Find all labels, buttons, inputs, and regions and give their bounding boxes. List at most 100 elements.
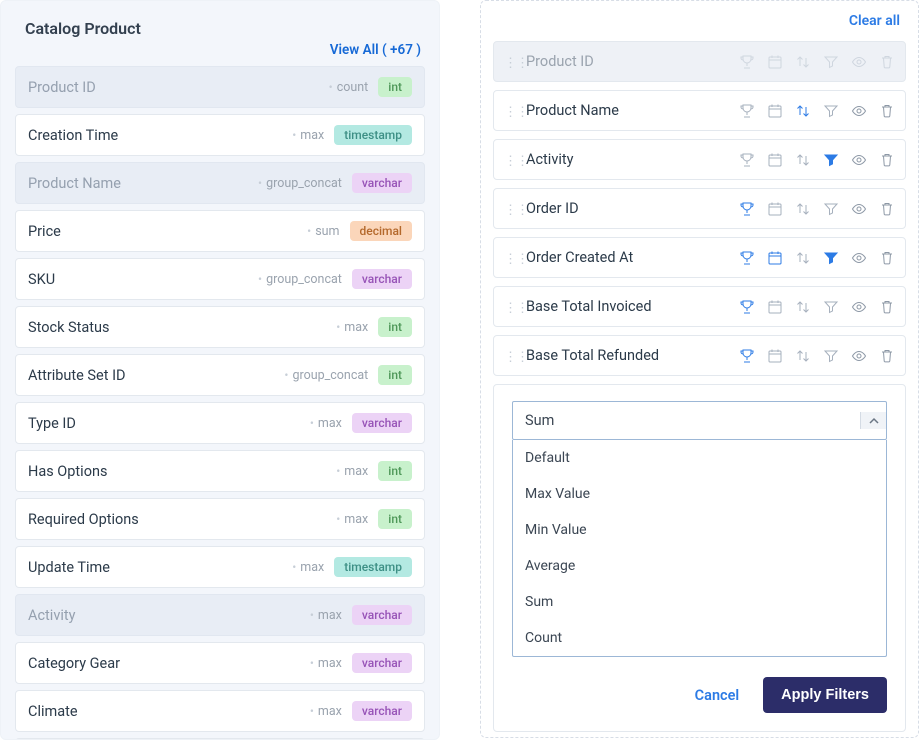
aggregation-config-panel: Sum DefaultMax ValueMin ValueAverageSumC… [493, 384, 906, 732]
available-field[interactable]: Attribute Set ID•group_concatint [15, 354, 425, 396]
eye-icon[interactable] [851, 103, 867, 119]
dot-icon: • [336, 512, 340, 526]
eye-icon[interactable] [851, 201, 867, 217]
available-field[interactable]: Type ID•maxvarchar [15, 402, 425, 444]
filter-icon[interactable] [823, 348, 839, 364]
aggregation-option[interactable]: Min Value [513, 512, 886, 548]
sort-icon[interactable] [795, 201, 811, 217]
available-field[interactable]: Climate•maxvarchar [15, 690, 425, 732]
sort-icon[interactable] [795, 348, 811, 364]
available-field[interactable]: Activity•maxvarchar [15, 594, 425, 636]
trash-icon[interactable] [879, 348, 895, 364]
eye-icon[interactable] [851, 250, 867, 266]
available-field[interactable]: Creation Time•maxtimestamp [15, 114, 425, 156]
field-name: Product Name [526, 102, 619, 119]
dot-icon: • [258, 176, 262, 190]
trash-icon[interactable] [879, 152, 895, 168]
type-badge: int [378, 77, 412, 97]
available-field[interactable]: Category Gear•maxvarchar [15, 642, 425, 684]
sort-icon[interactable] [795, 250, 811, 266]
trash-icon[interactable] [879, 201, 895, 217]
available-field[interactable]: Price•sumdecimal [15, 210, 425, 252]
field-actions [739, 250, 895, 266]
drag-handle-icon[interactable] [504, 52, 514, 71]
sort-icon[interactable] [795, 54, 811, 70]
aggregation-option[interactable]: Sum [513, 584, 886, 620]
field-name: Update Time [28, 559, 110, 576]
sort-icon[interactable] [795, 103, 811, 119]
drag-handle-icon[interactable] [504, 346, 514, 365]
trash-icon[interactable] [879, 299, 895, 315]
trophy-icon[interactable] [739, 103, 755, 119]
trash-icon[interactable] [879, 250, 895, 266]
field-aggregation: max [300, 128, 324, 143]
aggregation-option[interactable]: Default [513, 440, 886, 476]
available-field[interactable]: SKU•group_concatvarchar [15, 258, 425, 300]
drag-handle-icon[interactable] [504, 101, 514, 120]
available-field[interactable]: Collar•maxvarchar [15, 738, 425, 740]
filter-icon[interactable] [823, 54, 839, 70]
sort-icon[interactable] [795, 152, 811, 168]
dot-icon: • [336, 320, 340, 334]
sort-icon[interactable] [795, 299, 811, 315]
selected-field: Order ID [493, 188, 906, 229]
aggregation-select[interactable]: Sum [512, 401, 887, 440]
catalog-header[interactable]: Catalog Product [25, 19, 419, 38]
drag-handle-icon[interactable] [504, 199, 514, 218]
cancel-button[interactable]: Cancel [695, 687, 740, 704]
apply-filters-button[interactable]: Apply Filters [763, 677, 887, 713]
trophy-icon[interactable] [739, 54, 755, 70]
calendar-icon[interactable] [767, 201, 783, 217]
trophy-icon[interactable] [739, 348, 755, 364]
field-name: Type ID [28, 415, 76, 432]
eye-icon[interactable] [851, 299, 867, 315]
drag-handle-icon[interactable] [504, 248, 514, 267]
field-name: Base Total Refunded [526, 347, 659, 364]
filter-icon[interactable] [823, 250, 839, 266]
trash-icon[interactable] [879, 54, 895, 70]
calendar-icon[interactable] [767, 103, 783, 119]
trash-icon[interactable] [879, 103, 895, 119]
chevron-up-icon[interactable] [860, 412, 886, 429]
available-field[interactable]: Update Time•maxtimestamp [15, 546, 425, 588]
calendar-icon[interactable] [767, 152, 783, 168]
aggregation-option[interactable]: Average [513, 548, 886, 584]
dot-icon: • [292, 128, 296, 142]
aggregation-option[interactable]: Count [513, 620, 886, 656]
available-field[interactable]: Required Options•maxint [15, 498, 425, 540]
trophy-icon[interactable] [739, 299, 755, 315]
field-name: Climate [28, 703, 78, 720]
field-actions [739, 54, 895, 70]
filter-icon[interactable] [823, 201, 839, 217]
calendar-icon[interactable] [767, 348, 783, 364]
trophy-icon[interactable] [739, 152, 755, 168]
field-actions [739, 348, 895, 364]
trophy-icon[interactable] [739, 250, 755, 266]
available-field[interactable]: Product ID•countint [15, 66, 425, 108]
type-badge: varchar [352, 269, 412, 289]
calendar-icon[interactable] [767, 54, 783, 70]
available-field[interactable]: Stock Status•maxint [15, 306, 425, 348]
view-all-link[interactable]: View All ( +67 ) [15, 42, 421, 58]
eye-icon[interactable] [851, 152, 867, 168]
drag-handle-icon[interactable] [504, 150, 514, 169]
type-badge: varchar [352, 605, 412, 625]
calendar-icon[interactable] [767, 299, 783, 315]
aggregation-option[interactable]: Max Value [513, 476, 886, 512]
available-field[interactable]: Has Options•maxint [15, 450, 425, 492]
available-field[interactable]: Product Name•group_concatvarchar [15, 162, 425, 204]
trophy-icon[interactable] [739, 201, 755, 217]
eye-icon[interactable] [851, 54, 867, 70]
calendar-icon[interactable] [767, 250, 783, 266]
filter-icon[interactable] [823, 103, 839, 119]
eye-icon[interactable] [851, 348, 867, 364]
filter-icon[interactable] [823, 299, 839, 315]
field-name: Order Created At [526, 249, 633, 266]
clear-all-link[interactable]: Clear all [493, 13, 900, 29]
drag-handle-icon[interactable] [504, 297, 514, 316]
selected-field: Product ID [493, 41, 906, 82]
aggregation-selected-value: Sum [525, 412, 554, 429]
filter-icon[interactable] [823, 152, 839, 168]
field-aggregation: max [318, 656, 342, 671]
dot-icon: • [292, 560, 296, 574]
